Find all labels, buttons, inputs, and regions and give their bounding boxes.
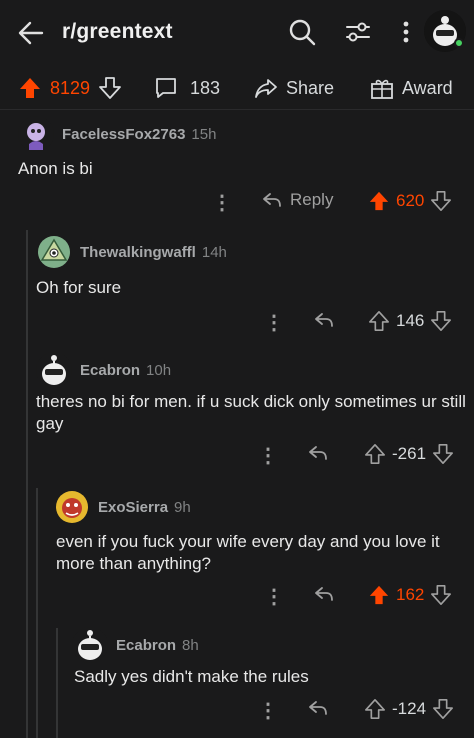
downvote-icon[interactable] xyxy=(98,76,122,100)
username[interactable]: Ecabron xyxy=(80,362,140,379)
comment-time: 14h xyxy=(201,243,227,261)
comment-actions: ⋮ 146 xyxy=(0,310,474,336)
comment-body: Sadly yes didn't make the rules xyxy=(74,667,309,686)
reply-icon xyxy=(309,446,327,460)
award-icon xyxy=(371,79,393,99)
comment-time: 9h xyxy=(174,498,191,516)
avatar[interactable] xyxy=(18,116,54,152)
more-options-icon[interactable]: ⋮ xyxy=(264,310,284,336)
comment-vote: -261 xyxy=(364,443,454,465)
comment-vote: 162 xyxy=(368,584,452,606)
comment-time: 8h xyxy=(182,636,199,654)
avatar[interactable] xyxy=(36,234,72,270)
comment-actions: ⋮ Reply 620 xyxy=(0,190,474,216)
avatar[interactable] xyxy=(54,489,90,525)
comment-header: Thewalkingwaffl 14h xyxy=(36,234,227,270)
reply-icon xyxy=(309,701,327,715)
username[interactable]: Thewalkingwaffl xyxy=(80,244,196,261)
more-options-icon[interactable]: ⋮ xyxy=(258,443,278,469)
comment-header: FacelessFox2763 15h xyxy=(18,116,216,152)
upvote-icon[interactable] xyxy=(368,584,390,606)
avatar[interactable] xyxy=(72,627,108,663)
comment-header: ExoSierra 9h xyxy=(54,489,191,525)
comment-score: 620 xyxy=(396,191,425,210)
comment-header: Ecabron 10h xyxy=(36,352,171,388)
downvote-icon[interactable] xyxy=(432,698,454,720)
comment-score: 162 xyxy=(396,585,425,604)
filter-icon[interactable] xyxy=(344,18,372,46)
subreddit-title[interactable]: r/greentext xyxy=(62,20,173,44)
search-icon[interactable] xyxy=(288,18,316,46)
comment-body: theres no bi for men. if u suck dick onl… xyxy=(36,392,466,433)
comment-actions: ⋮ 162 xyxy=(0,584,474,610)
reply-icon xyxy=(315,313,333,327)
award-label: Award xyxy=(402,77,453,98)
comment-body: Anon is bi xyxy=(18,159,93,178)
post-score: 8129 xyxy=(50,77,91,98)
avatar[interactable] xyxy=(36,352,72,388)
top-bar: r/greentext xyxy=(0,0,474,66)
share-label: Share xyxy=(286,77,335,98)
comment-vote: 620 xyxy=(368,190,452,212)
online-status-dot xyxy=(454,38,464,48)
share-icon xyxy=(255,79,277,98)
comment-actions: ⋮ -124 xyxy=(0,698,474,724)
comment-time: 15h xyxy=(191,125,217,143)
more-options-icon[interactable]: ⋮ xyxy=(212,190,232,216)
comment-time: 10h xyxy=(146,361,172,379)
comment-icon xyxy=(156,78,176,98)
more-options-icon[interactable]: ⋮ xyxy=(264,584,284,610)
comment-vote: 146 xyxy=(368,310,452,332)
thread-line[interactable] xyxy=(26,230,28,738)
comment-body: Oh for sure xyxy=(36,278,122,297)
comments-button[interactable]: 183 xyxy=(154,76,220,100)
comment-actions: ⋮ -261 xyxy=(0,443,474,469)
more-vert-icon[interactable] xyxy=(392,18,420,46)
comment-score: 146 xyxy=(396,311,425,330)
reply-label: Reply xyxy=(290,190,334,209)
username[interactable]: Ecabron xyxy=(116,637,176,654)
upvote-icon[interactable] xyxy=(368,310,390,332)
comment-vote: -124 xyxy=(364,698,454,720)
more-options-icon[interactable]: ⋮ xyxy=(258,698,278,724)
comment-body: even if you fuck your wife every day and… xyxy=(56,532,440,573)
post-vote: 8129 xyxy=(18,76,122,100)
upvote-icon[interactable] xyxy=(18,76,42,100)
comment-score: -261 xyxy=(392,444,427,463)
downvote-icon[interactable] xyxy=(432,443,454,465)
upvote-icon[interactable] xyxy=(368,190,390,212)
reply-button[interactable] xyxy=(308,698,328,718)
downvote-icon[interactable] xyxy=(430,310,452,332)
reply-button[interactable] xyxy=(314,584,334,604)
username[interactable]: ExoSierra xyxy=(98,499,168,516)
reply-button[interactable] xyxy=(308,443,328,463)
downvote-icon[interactable] xyxy=(430,190,452,212)
reply-icon xyxy=(263,193,281,207)
reply-icon xyxy=(315,587,333,601)
share-button[interactable]: Share xyxy=(254,76,334,100)
reply-button[interactable]: Reply xyxy=(262,190,333,210)
reply-button[interactable] xyxy=(314,310,334,330)
comment-header: Ecabron 8h xyxy=(72,627,199,663)
comment-count: 183 xyxy=(190,77,221,98)
post-action-bar: 8129 183 Share Award xyxy=(0,66,474,110)
comment-score: -124 xyxy=(392,699,427,718)
upvote-icon[interactable] xyxy=(364,698,386,720)
upvote-icon[interactable] xyxy=(364,443,386,465)
downvote-icon[interactable] xyxy=(430,584,452,606)
username[interactable]: FacelessFox2763 xyxy=(62,126,185,143)
back-arrow-icon[interactable] xyxy=(18,20,44,46)
award-button[interactable]: Award xyxy=(370,76,453,100)
